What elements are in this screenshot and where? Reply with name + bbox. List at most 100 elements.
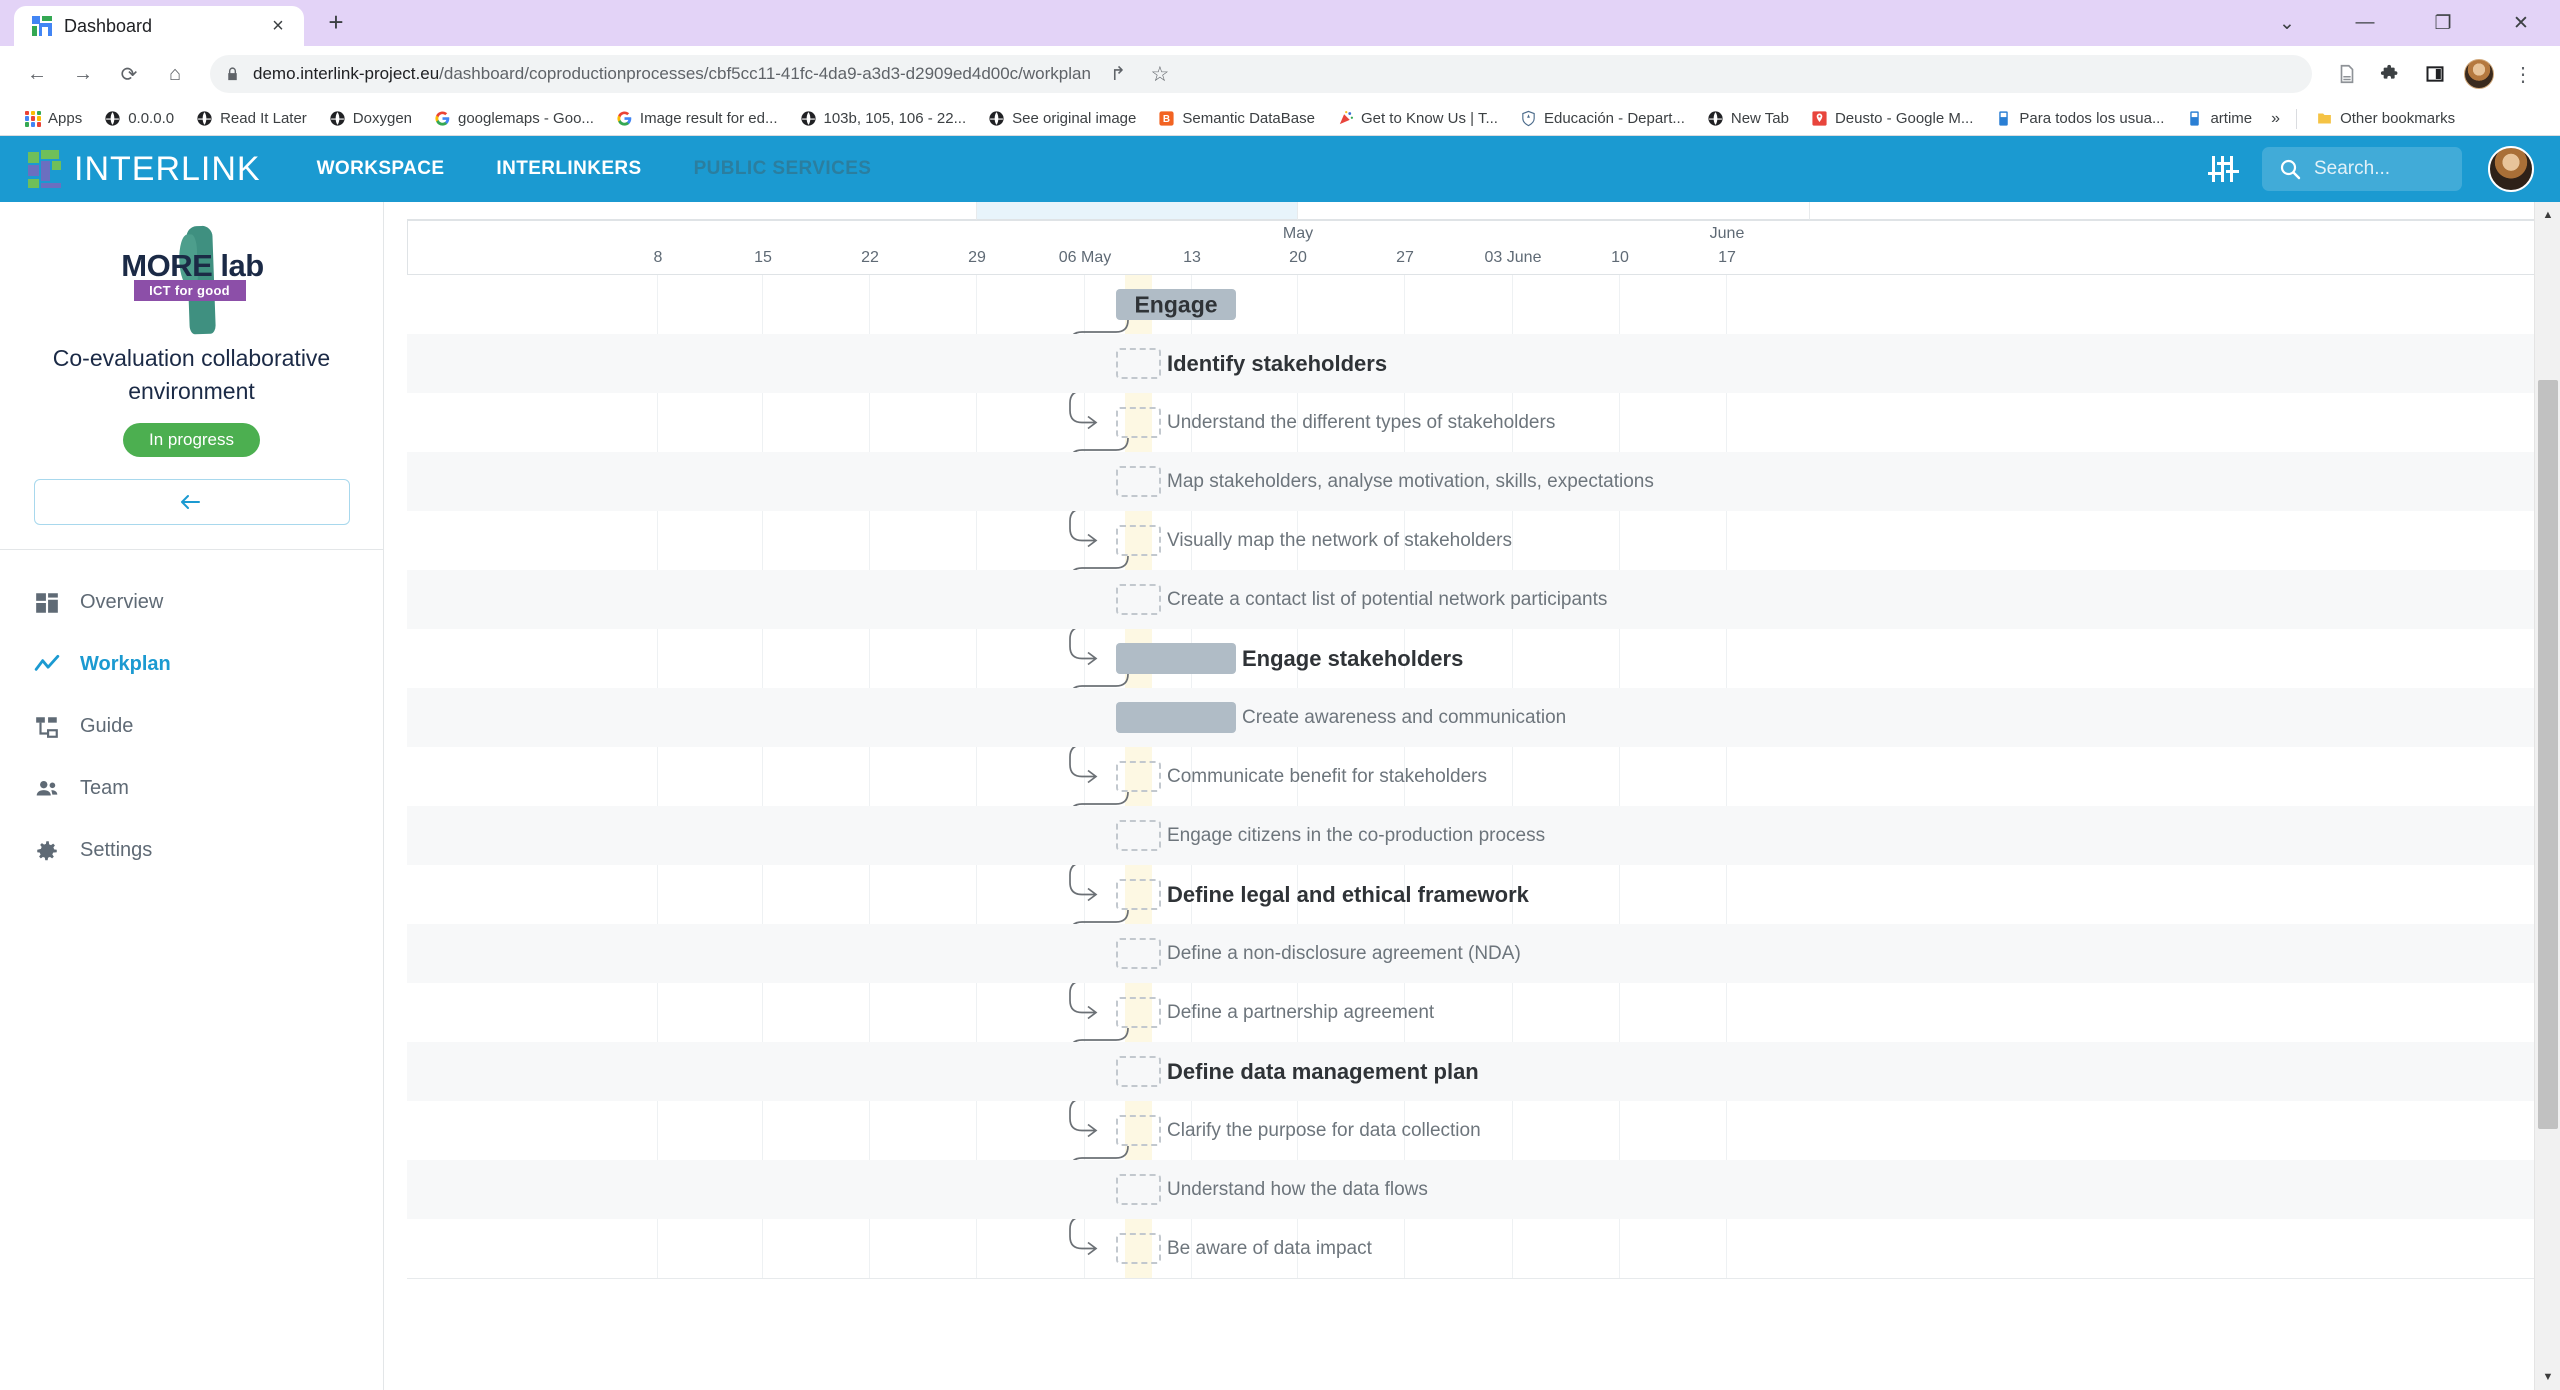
gantt-bar[interactable] [1116, 1233, 1161, 1264]
gantt-row[interactable]: Clarify the purpose for data collection [407, 1101, 2537, 1160]
profile-avatar[interactable] [2458, 53, 2500, 95]
gantt-row[interactable]: Engage stakeholders [407, 629, 2537, 688]
maximize-icon[interactable]: ❐ [2404, 0, 2482, 46]
gantt-row[interactable]: Define data management plan [407, 1042, 2537, 1101]
gantt-row[interactable]: Define a non-disclosure agreement (NDA) [407, 924, 2537, 983]
side-panel-icon[interactable] [2414, 53, 2456, 95]
tab-list-icon[interactable]: ⌄ [2248, 0, 2326, 46]
scroll-down-icon[interactable]: ▼ [2535, 1364, 2560, 1390]
dashboard-favicon-icon [32, 16, 52, 36]
scrollbar-thumb[interactable] [2538, 380, 2558, 1129]
nav-workspace[interactable]: WORKSPACE [317, 158, 445, 180]
back-button[interactable] [33, 478, 350, 525]
gantt-bar[interactable] [1116, 348, 1161, 379]
bookmark-new-tab[interactable]: New Tab [1696, 105, 1800, 133]
sidebar-item-overview[interactable]: Overview [0, 572, 383, 634]
gantt-row[interactable]: Create a contact list of potential netwo… [407, 570, 2537, 629]
folder-icon [2318, 113, 2331, 124]
gantt-row[interactable]: Define a partnership agreement [407, 983, 2537, 1042]
gantt-row[interactable]: Map stakeholders, analyse motivation, sk… [407, 452, 2537, 511]
close-window-icon[interactable]: ✕ [2482, 0, 2560, 46]
bookmark-educacion[interactable]: Educación - Depart... [1509, 105, 1696, 133]
bookmark-label: artime [2210, 110, 2253, 127]
page-scrollbar[interactable]: ▲ ▼ [2534, 202, 2560, 1390]
gantt-bar[interactable] [1116, 525, 1161, 556]
extensions-puzzle-icon[interactable] [2370, 53, 2412, 95]
back-icon[interactable]: ← [16, 53, 58, 95]
gantt-row[interactable]: Create awareness and communication [407, 688, 2537, 747]
share-icon[interactable]: ↱ [1103, 59, 1133, 89]
search-input[interactable]: Search... [2262, 147, 2462, 191]
gantt-row[interactable]: Define legal and ethical framework [407, 865, 2537, 924]
nav-public-services[interactable]: PUBLIC SERVICES [694, 158, 872, 180]
bookmark-see-original-image[interactable]: See original image [977, 105, 1147, 133]
gantt-bar[interactable] [1116, 820, 1161, 851]
gantt-bar[interactable] [1116, 584, 1161, 615]
bookmark-image-result[interactable]: Image result for ed... [605, 105, 789, 133]
bookmark-label: See original image [1012, 110, 1137, 127]
close-tab-icon[interactable]: × [264, 12, 292, 40]
gantt-row[interactable]: Understand the different types of stakeh… [407, 393, 2537, 452]
nav-interlinkers[interactable]: INTERLINKERS [496, 158, 641, 180]
gantt-chart[interactable]: May June 8 15 22 29 06 May 13 20 27 03 June 10 17 En… [384, 202, 2560, 1390]
bookmark-para-todos-los-usuarios[interactable]: Para todos los usua... [1984, 105, 2175, 133]
browser-menu-icon[interactable]: ⋮ [2502, 53, 2544, 95]
gantt-bar[interactable] [1116, 1115, 1161, 1146]
sidebar-item-settings[interactable]: Settings [0, 820, 383, 882]
gantt-bar[interactable] [1116, 997, 1161, 1028]
reload-icon[interactable]: ⟳ [108, 53, 150, 95]
interlink-logo[interactable]: INTERLINK [26, 148, 261, 190]
gantt-row[interactable]: Visually map the network of stakeholders [407, 511, 2537, 570]
bookmark-0000[interactable]: 0.0.0.0 [93, 105, 185, 133]
google-g-icon [617, 111, 632, 126]
gantt-bar[interactable] [1116, 1174, 1161, 1205]
home-icon[interactable]: ⌂ [154, 53, 196, 95]
gantt-bar[interactable] [1116, 1056, 1161, 1087]
address-bar[interactable]: demo.interlink-project.eu/dashboard/copr… [210, 55, 2312, 93]
gantt-task-label: Define legal and ethical framework [1167, 881, 1529, 907]
bookmark-apps[interactable]: Apps [14, 105, 93, 133]
sliders-icon[interactable] [2208, 156, 2239, 182]
book-icon [1999, 111, 2009, 126]
gantt-row[interactable]: Understand how the data flows [407, 1160, 2537, 1219]
gantt-bar[interactable] [1116, 643, 1236, 674]
bookmark-label: googlemaps - Goo... [458, 110, 594, 127]
gantt-top-segment [407, 202, 977, 220]
bookmark-star-icon[interactable]: ☆ [1145, 59, 1175, 89]
gantt-canvas: May June 8 15 22 29 06 May 13 20 27 03 June 10 17 En… [384, 202, 2560, 1390]
other-bookmarks-folder[interactable]: Other bookmarks [2305, 105, 2466, 133]
sidebar-item-workplan[interactable]: Workplan [0, 634, 383, 696]
browser-tab[interactable]: Dashboard × [14, 6, 304, 46]
bookmark-get-to-know-us[interactable]: Get to Know Us | T... [1326, 105, 1509, 133]
gantt-bar[interactable] [1116, 466, 1161, 497]
bookmark-doxygen[interactable]: Doxygen [318, 105, 423, 133]
gantt-bar[interactable] [1116, 761, 1161, 792]
gantt-bar[interactable] [1116, 938, 1161, 969]
gantt-row[interactable]: Identify stakeholders [407, 334, 2537, 393]
minimize-icon[interactable]: — [2326, 0, 2404, 46]
axis-tick-label: 10 [1611, 249, 1629, 266]
bookmark-103b[interactable]: 103b, 105, 106 - 22... [789, 105, 978, 133]
new-tab-button[interactable]: + [314, 0, 358, 44]
gantt-row[interactable]: Be aware of data impact [407, 1219, 2537, 1278]
reading-list-icon[interactable] [2326, 53, 2368, 95]
bookmark-semantic-database[interactable]: B Semantic DataBase [1147, 105, 1326, 133]
scroll-up-icon[interactable]: ▲ [2535, 202, 2560, 228]
bookmark-artime[interactable]: artime [2175, 105, 2263, 133]
gantt-bar[interactable] [1116, 702, 1236, 733]
gantt-row[interactable]: Communicate benefit for stakeholders [407, 747, 2537, 806]
gantt-bar[interactable] [1116, 407, 1161, 438]
gantt-row[interactable]: Engage [407, 275, 2537, 334]
sidebar-item-team[interactable]: Team [0, 758, 383, 820]
bookmark-read-it-later[interactable]: Read It Later [185, 105, 318, 133]
forward-icon[interactable]: → [62, 53, 104, 95]
apps-grid-icon [25, 110, 41, 127]
user-avatar[interactable] [2488, 146, 2534, 192]
bookmark-googlemaps[interactable]: googlemaps - Goo... [423, 105, 605, 133]
gantt-bar[interactable] [1116, 289, 1236, 320]
sidebar-item-guide[interactable]: Guide [0, 696, 383, 758]
bookmark-deusto-google-maps[interactable]: Deusto - Google M... [1800, 105, 1984, 133]
gantt-bar[interactable] [1116, 879, 1161, 910]
bookmarks-overflow-icon[interactable]: » [2263, 110, 2288, 128]
gantt-row[interactable]: Engage citizens in the co-production pro… [407, 806, 2537, 865]
